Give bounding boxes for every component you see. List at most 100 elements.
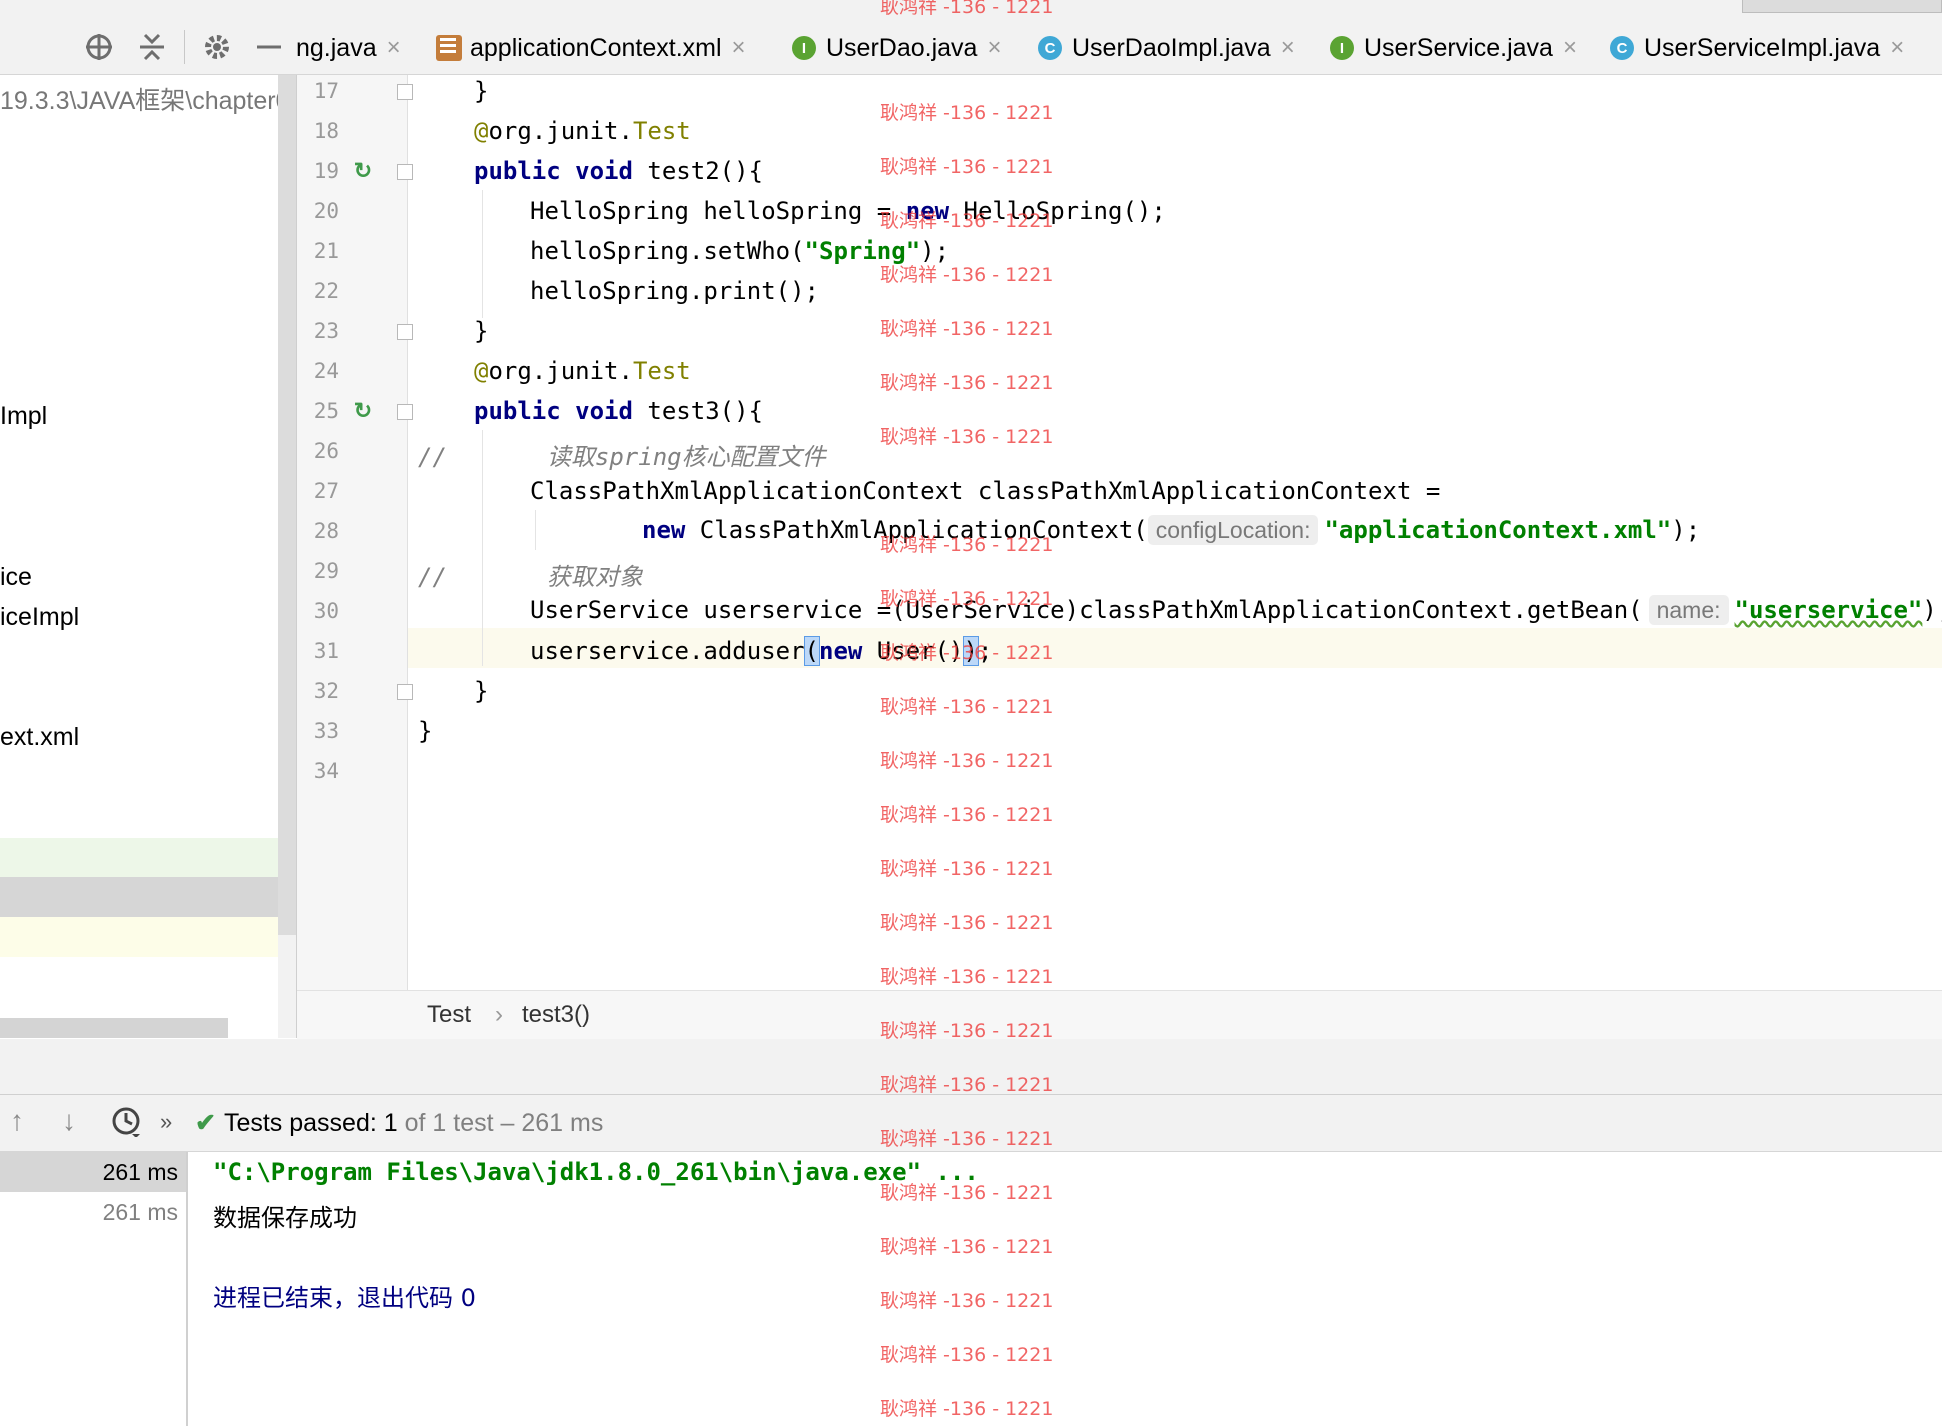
tab-userdao[interactable]: I UserDao.java ×	[792, 22, 1001, 74]
code-line: }	[474, 77, 489, 105]
check-icon: ✔	[195, 1109, 216, 1137]
fold-icon[interactable]	[397, 324, 413, 340]
watermark-text: 耿鸿祥 -136 - 1221	[880, 1074, 1054, 1096]
line-number: 34	[313, 759, 339, 783]
code-line: HelloSpring helloSpring = new HelloSprin…	[530, 197, 1166, 225]
fold-icon[interactable]	[397, 684, 413, 700]
line-number: 33	[313, 719, 339, 743]
tab-label: UserDaoImpl.java	[1072, 33, 1271, 62]
close-icon[interactable]: ×	[1563, 34, 1577, 62]
run-test-icon[interactable]: ↻	[350, 398, 376, 424]
line-number: 31	[313, 639, 339, 663]
tab-label: applicationContext.xml	[470, 33, 722, 62]
project-path[interactable]: 19.3.3\JAVA框架\chapter0	[0, 81, 290, 117]
close-icon[interactable]: ×	[987, 34, 1001, 62]
code-line: public void test3(){	[474, 397, 763, 425]
watermark-text: 耿鸿祥 -136 - 1221	[880, 966, 1054, 988]
tab-userdaoimpl[interactable]: C UserDaoImpl.java ×	[1038, 22, 1295, 74]
code-line: }	[474, 317, 489, 345]
arrow-down-icon[interactable]: ↓	[62, 1105, 76, 1137]
close-icon[interactable]: ×	[387, 34, 401, 62]
watermark-text: 耿鸿祥 -136 - 1221	[880, 804, 1054, 826]
tree-row-highlight-yellow	[0, 917, 278, 957]
breadcrumb-item[interactable]: test3()	[522, 1001, 590, 1029]
more-icon[interactable]: »	[160, 1109, 172, 1135]
class-icon: C	[1038, 36, 1062, 60]
watermark-text: 耿鸿祥 -136 - 1221	[880, 858, 1054, 880]
project-scroll-thumb[interactable]	[278, 75, 296, 935]
class-icon: C	[1610, 36, 1634, 60]
collapse-icon[interactable]	[135, 30, 169, 64]
code-line: helloSpring.print();	[530, 277, 819, 305]
breadcrumb-item[interactable]: Test	[427, 1001, 471, 1029]
watermark-text: 耿鸿祥 -136 - 1221	[880, 642, 1054, 664]
line-number: 26	[313, 439, 339, 463]
watermark-text: 耿鸿祥 -136 - 1221	[880, 1236, 1054, 1258]
console-line: 数据保存成功	[213, 1204, 357, 1232]
watermark-text: 耿鸿祥 -136 - 1221	[880, 912, 1054, 934]
tab-label: UserServiceImpl.java	[1644, 33, 1881, 62]
fold-icon[interactable]	[397, 404, 413, 420]
line-number: 23	[313, 319, 339, 343]
arrow-up-icon[interactable]: ↑	[10, 1105, 24, 1137]
code-line: }	[474, 677, 489, 705]
project-horizontal-scrollbar[interactable]	[0, 1018, 228, 1038]
close-icon[interactable]: ×	[732, 34, 746, 62]
parameter-hint: name:	[1648, 595, 1729, 625]
watermark-text: 耿鸿祥 -136 - 1221	[880, 1128, 1054, 1150]
watermark-text: 耿鸿祥 -136 - 1221	[880, 318, 1054, 340]
breadcrumb-separator: ›	[495, 1001, 503, 1028]
watermark-text: 耿鸿祥 -136 - 1221	[880, 534, 1054, 556]
tree-row-selected[interactable]	[0, 877, 296, 917]
line-number: 27	[313, 479, 339, 503]
test-results-tree: 261 ms 261 ms	[0, 1152, 188, 1426]
line-number: 29	[313, 559, 339, 583]
parameter-hint: configLocation:	[1147, 515, 1319, 545]
code-line: @org.junit.Test	[474, 357, 691, 385]
project-tree-item[interactable]: iceImpl	[0, 603, 79, 632]
watermark-text: 耿鸿祥 -136 - 1221	[880, 210, 1054, 232]
line-number: 18	[313, 119, 339, 143]
test-tree-row[interactable]: 261 ms	[0, 1152, 186, 1192]
watermark-text: 耿鸿祥 -136 - 1221	[880, 750, 1054, 772]
run-test-icon[interactable]: ↻	[350, 158, 376, 184]
test-tree-row[interactable]: 261 ms	[0, 1192, 186, 1232]
watermark-text: 耿鸿祥 -136 - 1221	[880, 156, 1054, 178]
crosshair-icon[interactable]	[82, 30, 116, 64]
project-tree-item[interactable]: Impl	[0, 402, 47, 431]
watermark-text: 耿鸿祥 -136 - 1221	[880, 264, 1054, 286]
tab-userservice[interactable]: I UserService.java ×	[1330, 22, 1577, 74]
interface-icon: I	[792, 36, 816, 60]
tab-label: UserDao.java	[826, 33, 978, 62]
line-number: 19	[313, 159, 339, 183]
watermark-text: 耿鸿祥 -136 - 1221	[880, 1182, 1054, 1204]
tab-hellospring[interactable]: ng.java ×	[296, 22, 401, 74]
line-number: 21	[313, 239, 339, 263]
close-icon[interactable]: ×	[1281, 34, 1295, 62]
project-tree-item[interactable]: ice	[0, 563, 32, 592]
tab-applicationcontext-xml[interactable]: applicationContext.xml ×	[436, 22, 746, 74]
history-icon[interactable]	[110, 1105, 142, 1144]
watermark-text: 耿鸿祥 -136 - 1221	[880, 1344, 1054, 1366]
tree-row-highlight-green	[0, 838, 278, 878]
fold-icon[interactable]	[397, 164, 413, 180]
watermark-text: 耿鸿祥 -136 - 1221	[880, 372, 1054, 394]
indent-guide	[482, 190, 483, 318]
gear-icon[interactable]	[200, 30, 234, 64]
project-tree-item[interactable]: ext.xml	[0, 723, 79, 752]
code-line: }	[418, 717, 433, 745]
project-toolbar	[0, 22, 296, 75]
watermark-text: 耿鸿祥 -136 - 1221	[880, 588, 1054, 610]
top-scrollbar[interactable]	[1742, 0, 1942, 13]
line-number: 30	[313, 599, 339, 623]
test-status: ✔ Tests passed: 1 of 1 test – 261 ms	[195, 1109, 604, 1137]
code-line: UserService userservice =(UserService)cl…	[530, 595, 1942, 625]
line-number: 17	[313, 79, 339, 103]
minimize-icon[interactable]	[252, 30, 286, 64]
tab-label: UserService.java	[1364, 33, 1553, 62]
close-icon[interactable]: ×	[1890, 34, 1904, 62]
tab-userserviceimpl[interactable]: C UserServiceImpl.java ×	[1610, 22, 1904, 74]
interface-icon: I	[1330, 36, 1354, 60]
watermark-text: 耿鸿祥 -136 - 1221	[880, 0, 1054, 18]
fold-icon[interactable]	[397, 84, 413, 100]
